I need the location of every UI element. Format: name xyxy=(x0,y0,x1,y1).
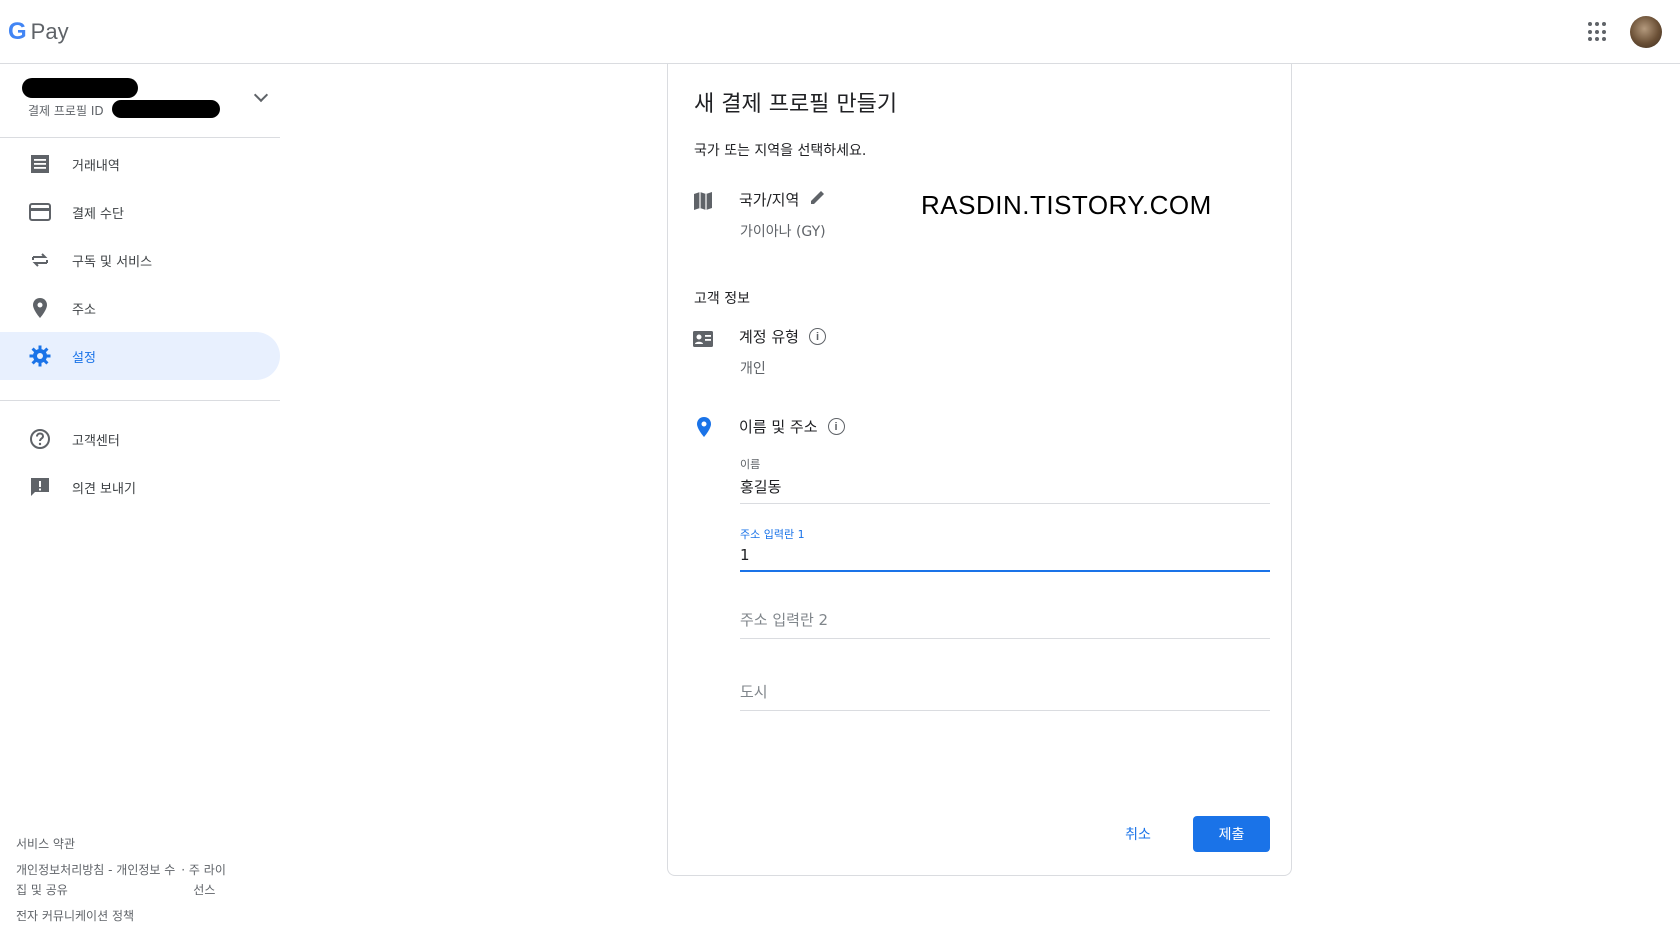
sidebar-item-help[interactable]: 고객센터 xyxy=(0,415,280,463)
address-line-2-placeholder[interactable]: 주소 입력란 2 xyxy=(740,609,1270,638)
city-placeholder[interactable]: 도시 xyxy=(740,681,1270,710)
feedback-icon xyxy=(28,475,52,499)
sidebar-item-subscriptions[interactable]: 구독 및 서비스 xyxy=(0,236,280,284)
info-icon[interactable]: i xyxy=(808,328,826,345)
redacted-account-name xyxy=(22,78,138,98)
license-link-line2: 선스 xyxy=(193,883,216,897)
card-subtitle: 국가 또는 지역을 선택하세요. xyxy=(694,143,867,159)
sidebar-item-label: 거래내역 xyxy=(72,158,120,174)
account-type-title-text: 계정 유형 xyxy=(739,328,799,346)
name-field-label: 이름 xyxy=(740,458,761,471)
submit-button[interactable]: 제출 xyxy=(1193,816,1270,852)
address-line-1-field[interactable]: 주소 입력란 1 1 xyxy=(740,526,1270,572)
sidebar-item-settings[interactable]: 설정 xyxy=(0,332,280,380)
receipt-icon xyxy=(28,152,52,176)
google-g-logo: G xyxy=(8,18,27,45)
sidebar-item-label: 고객센터 xyxy=(72,433,120,449)
terms-link[interactable]: 서비스 약관 xyxy=(16,834,266,854)
name-field[interactable]: 이름 홍길동 xyxy=(740,456,1270,504)
gear-icon xyxy=(28,344,52,368)
sidebar: 결제 프로필 ID 거래내역 결제 수단 구독 및 서비스 주소 설정 고객센터… xyxy=(0,64,280,939)
sidebar-item-payment-methods[interactable]: 결제 수단 xyxy=(0,188,280,236)
account-selector[interactable]: 결제 프로필 ID xyxy=(0,64,280,138)
privacy-row: 개인정보처리방침 - 개인정보 수 집 및 공유 · 주 라이 선스 xyxy=(16,860,266,900)
repeat-icon xyxy=(28,248,52,272)
card-title: 새 결제 프로필 만들기 xyxy=(694,92,898,117)
account-type-value: 개인 xyxy=(740,361,766,377)
top-header: G Pay xyxy=(0,0,1680,64)
watermark-text: RASDIN.TISTORY.COM xyxy=(921,190,1212,220)
license-link-line1: · 주 라이 xyxy=(181,863,226,877)
address-line-2-field[interactable]: 주소 입력란 2 xyxy=(740,609,1270,639)
profile-id-label: 결제 프로필 ID xyxy=(28,104,104,118)
cancel-button[interactable]: 취소 xyxy=(1108,816,1168,852)
name-address-title: 이름 및 주소 i xyxy=(739,416,845,437)
country-title-text: 국가/지역 xyxy=(739,190,800,209)
sidebar-item-label: 설정 xyxy=(72,350,96,366)
sidebar-item-label: 결제 수단 xyxy=(72,206,124,222)
privacy-link-line1: 개인정보처리방침 - 개인정보 수 xyxy=(16,863,176,877)
google-pay-logo[interactable]: G Pay xyxy=(8,18,69,46)
sidebar-divider xyxy=(0,400,280,401)
pay-logo-text: Pay xyxy=(30,19,69,44)
privacy-link[interactable]: 개인정보처리방침 - 개인정보 수 집 및 공유 xyxy=(16,860,175,900)
credit-card-icon xyxy=(28,200,52,224)
contact-card-icon xyxy=(692,329,716,353)
city-field[interactable]: 도시 xyxy=(740,681,1270,711)
customer-info-heading: 고객 정보 xyxy=(694,291,750,307)
edit-pencil-icon[interactable] xyxy=(809,188,827,210)
country-value: 가이아나 (GY) xyxy=(740,224,826,240)
info-icon[interactable]: i xyxy=(827,418,845,435)
account-type-title: 계정 유형 i xyxy=(739,326,826,347)
license-link[interactable]: · 주 라이 선스 xyxy=(181,860,226,900)
location-pin-icon xyxy=(696,416,720,440)
sidebar-footer: 서비스 약관 개인정보처리방침 - 개인정보 수 집 및 공유 · 주 라이 선… xyxy=(16,834,266,932)
chevron-down-icon[interactable] xyxy=(253,87,269,103)
apps-grid-icon[interactable] xyxy=(1588,22,1608,42)
name-field-value[interactable]: 홍길동 xyxy=(740,476,1270,503)
sidebar-item-label: 구독 및 서비스 xyxy=(72,254,153,270)
user-avatar[interactable] xyxy=(1630,16,1662,48)
redacted-profile-id xyxy=(112,100,220,118)
sidebar-item-label: 의견 보내기 xyxy=(72,481,136,497)
sidebar-item-label: 주소 xyxy=(72,302,96,318)
privacy-link-line2: 집 및 공유 xyxy=(16,883,68,897)
address-line-1-label: 주소 입력란 1 xyxy=(740,528,805,541)
create-payment-profile-card: 새 결제 프로필 만들기 국가 또는 지역을 선택하세요. 국가/지역 가이아나… xyxy=(667,64,1292,876)
name-address-title-text: 이름 및 주소 xyxy=(739,418,818,436)
communication-policy-link[interactable]: 전자 커뮤니케이션 정책 xyxy=(16,906,266,926)
sidebar-item-feedback[interactable]: 의견 보내기 xyxy=(0,463,280,511)
help-icon xyxy=(28,427,52,451)
location-pin-icon xyxy=(28,296,52,320)
sidebar-nav: 거래내역 결제 수단 구독 및 서비스 주소 설정 고객센터 의견 보내기 xyxy=(0,140,280,511)
country-title: 국가/지역 xyxy=(739,188,827,210)
sidebar-item-addresses[interactable]: 주소 xyxy=(0,284,280,332)
sidebar-item-transactions[interactable]: 거래내역 xyxy=(0,140,280,188)
map-icon xyxy=(692,190,716,214)
address-line-1-value[interactable]: 1 xyxy=(740,546,1270,570)
